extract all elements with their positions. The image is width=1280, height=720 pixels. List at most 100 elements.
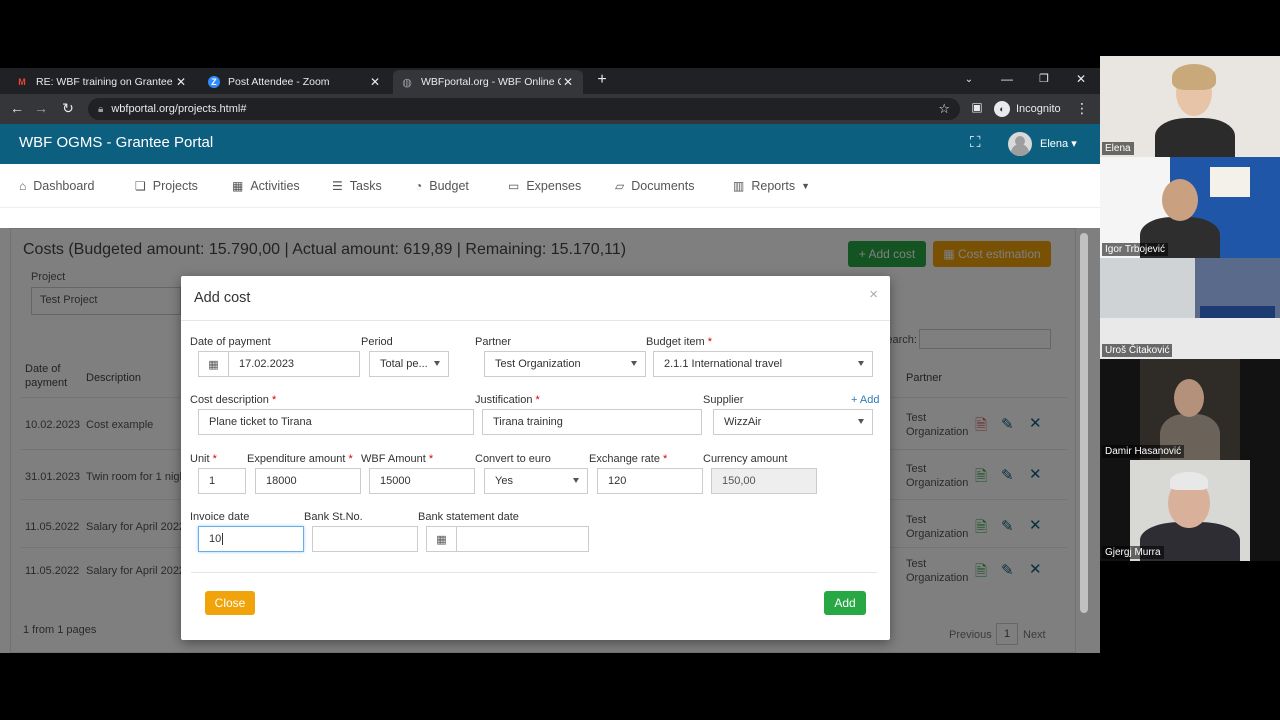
nav-projects[interactable]: ❏ Projects [135, 179, 198, 193]
currency-amount-label: Currency amount [703, 453, 788, 465]
close-icon[interactable]: ✕ [561, 75, 575, 89]
justification-input[interactable]: Tirana training [482, 409, 702, 435]
convert-to-euro-label: Convert to euro [475, 453, 551, 465]
restore-icon[interactable]: ❐ [1033, 72, 1055, 85]
add-supplier-link[interactable]: + Add [851, 394, 879, 406]
calendar-icon: ▦ [232, 179, 244, 193]
user-menu[interactable]: Elena ▾ [1040, 137, 1077, 150]
main-nav: ⌂ Dashboard ❏ Projects ▦ Activities ☰ Tasks … [0, 164, 1100, 208]
home-icon: ⌂ [19, 179, 27, 193]
participant-tile[interactable]: Damir Hasanović [1100, 359, 1280, 460]
app-header: WBF OGMS - Grantee Portal ⛶ Elena ▾ [0, 124, 1100, 164]
chevron-down-icon: ▾ [1071, 138, 1077, 150]
incognito-indicator[interactable]: ◐ Incognito [994, 101, 1061, 117]
modal-title: Add cost [194, 290, 251, 306]
nav-tasks[interactable]: ☰ Tasks [332, 179, 382, 193]
nav-budget[interactable]: ◔ Budget [415, 179, 469, 193]
forward-icon[interactable]: → [32, 100, 50, 116]
globe-icon: ◍ [402, 76, 412, 89]
fullscreen-icon[interactable]: ⛶ [970, 134, 981, 151]
tab-bar: M RE: WBF training on Grantee Portal ✕ Z… [0, 68, 1100, 94]
avatar[interactable] [1008, 132, 1032, 156]
close-icon[interactable]: ✕ [174, 75, 188, 89]
expenditure-amount-input[interactable]: 18000 [255, 468, 361, 494]
browser-window: M RE: WBF training on Grantee Portal ✕ Z… [0, 68, 1100, 653]
back-icon[interactable]: ← [8, 100, 26, 116]
text-cursor [222, 533, 224, 545]
calendar-icon[interactable]: ▦ [198, 351, 228, 377]
supplier-label: Supplier [703, 394, 744, 406]
participant-tile[interactable]: Igor Trbojević [1100, 157, 1280, 258]
add-button[interactable]: Add [824, 591, 866, 615]
invoice-date-input[interactable]: 10 [198, 526, 304, 552]
tab-search-chevron-icon[interactable]: ⌄ [958, 74, 980, 85]
date-of-payment-label: Date of payment [190, 336, 271, 348]
close-window-icon[interactable]: ✕ [1070, 72, 1092, 86]
zoom-icon: Z [208, 76, 220, 88]
list-icon: ☰ [332, 179, 343, 193]
participant-tile[interactable]: Uroš Čitaković [1100, 258, 1280, 359]
wbf-amount-input[interactable]: 15000 [369, 468, 475, 494]
exchange-rate-input[interactable]: 120 [597, 468, 703, 494]
close-icon[interactable]: ✕ [368, 75, 382, 89]
reload-icon[interactable]: ↻ [59, 100, 77, 117]
exchange-rate-label: Exchange rate * [589, 453, 668, 465]
budget-item-select[interactable]: 2.1.1 International travel [653, 351, 873, 377]
sidebar-icon[interactable]: ▣ [968, 100, 986, 114]
nav-documents[interactable]: ▱ Documents [615, 179, 694, 193]
nav-reports[interactable]: ▥ Reports ▼ [733, 179, 810, 193]
chevron-down-icon [573, 478, 579, 483]
page-scrollbar[interactable] [1080, 233, 1088, 613]
bank-statement-date-label: Bank statement date [418, 511, 519, 523]
lock-icon: 🔒︎ [98, 103, 104, 115]
add-cost-modal: Add cost × Date of payment ▦ 17.02.2023 … [181, 276, 890, 640]
budget-item-label: Budget item * [646, 336, 713, 348]
nav-expenses[interactable]: ▭ Expenses [508, 179, 581, 193]
tab-wbfportal[interactable]: ◍ WBFportal.org - WBF Online Grants ✕ [393, 70, 583, 94]
chevron-down-icon [858, 419, 864, 424]
chevron-down-icon [434, 361, 440, 366]
nav-activities[interactable]: ▦ Activities [232, 179, 300, 193]
tab-gmail[interactable]: M RE: WBF training on Grantee Portal ✕ [8, 70, 196, 94]
app-brand[interactable]: WBF OGMS - Grantee Portal [19, 134, 213, 151]
bank-st-no-input[interactable] [312, 526, 418, 552]
url-field[interactable]: 🔒︎ wbfportal.org/projects.html# ☆ [88, 98, 960, 120]
nav-dashboard[interactable]: ⌂ Dashboard [19, 179, 94, 193]
date-of-payment-input[interactable]: 17.02.2023 [228, 351, 360, 377]
address-bar: ← → ↻ 🔒︎ wbfportal.org/projects.html# ☆ … [0, 94, 1100, 124]
invoice-date-label: Invoice date [190, 511, 250, 523]
bank-st-no-label: Bank St.No. [304, 511, 363, 523]
period-select[interactable]: Total pe... [369, 351, 449, 377]
bookmark-star-icon[interactable]: ☆ [938, 101, 950, 117]
chevron-down-icon [631, 361, 637, 366]
tab-zoom[interactable]: Z Post Attendee - Zoom ✕ [200, 70, 390, 94]
bar-chart-icon: ▥ [733, 179, 745, 193]
more-menu-icon[interactable]: ⋮ [1073, 100, 1091, 117]
justification-label: Justification * [475, 394, 540, 406]
cost-description-label: Cost description * [190, 394, 277, 406]
close-button[interactable]: Close [205, 591, 255, 615]
currency-amount-input: 150,00 [711, 468, 817, 494]
partner-label: Partner [475, 336, 512, 348]
unit-label: Unit * [190, 453, 217, 465]
convert-to-euro-select[interactable]: Yes [484, 468, 588, 494]
bank-statement-date-input[interactable] [456, 526, 589, 552]
participant-tile[interactable]: Elena [1100, 56, 1280, 157]
gmail-icon: M [18, 77, 26, 87]
participant-tile[interactable]: Gjergj Murra [1100, 460, 1280, 561]
chevron-down-icon [858, 361, 864, 366]
money-icon: ▭ [508, 179, 520, 193]
close-icon[interactable]: × [869, 286, 878, 303]
unit-input[interactable]: 1 [198, 468, 246, 494]
cost-description-input[interactable]: Plane ticket to Tirana [198, 409, 474, 435]
partner-select[interactable]: Test Organization [484, 351, 646, 377]
period-label: Period [361, 336, 393, 348]
calendar-icon[interactable]: ▦ [426, 526, 456, 552]
minimize-icon[interactable]: — [996, 72, 1018, 86]
expenditure-amount-label: Expenditure amount * [247, 453, 353, 465]
new-tab-icon[interactable]: + [591, 71, 613, 89]
chevron-down-icon: ▼ [801, 181, 811, 191]
copy-icon: ❏ [135, 179, 146, 193]
supplier-select[interactable]: WizzAir [713, 409, 873, 435]
incognito-icon: ◐ [994, 101, 1010, 117]
